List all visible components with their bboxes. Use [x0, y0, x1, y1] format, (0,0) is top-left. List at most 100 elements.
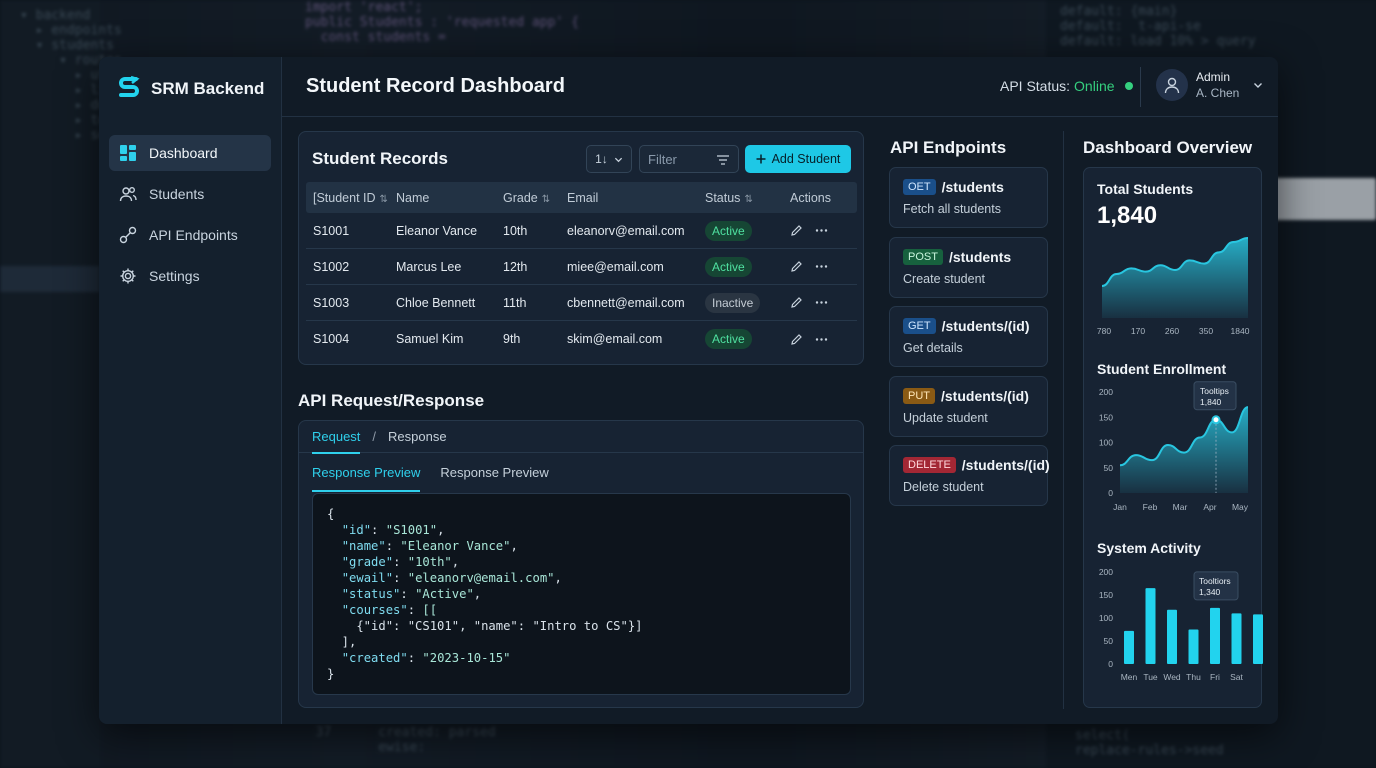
cell-name: Eleanor Vance [396, 223, 478, 238]
more-icon[interactable] [815, 296, 828, 309]
filter-input[interactable]: Filter [639, 145, 739, 173]
area-fill [1102, 238, 1248, 318]
edit-icon[interactable] [790, 260, 803, 273]
json-value: "eleanorv@email.com" [407, 571, 555, 585]
table-row[interactable]: S1001 Eleanor Vance 10th eleanorv@email.… [306, 213, 857, 249]
x-tick-label: Mar [1173, 502, 1188, 512]
cell-id: S1004 [313, 332, 350, 346]
sort-button[interactable]: 1↓ [586, 145, 632, 173]
json-response-preview: { "id": "S1001", "name": "Eleanor Vance"… [312, 493, 851, 695]
tab-request[interactable]: Request [312, 421, 361, 454]
sidebar: SRM Backend Dashboard Students API Endpo… [99, 57, 282, 724]
user-icon [1164, 77, 1180, 94]
topbar: Student Record Dashboard API Status: Onl… [282, 57, 1278, 117]
endpoint-item[interactable]: PUT/students/(id) Update student [889, 376, 1048, 437]
x-tick-label: May [1232, 502, 1249, 512]
total-students-label: Total Students [1097, 181, 1194, 197]
sidebar-item-settings[interactable]: Settings [109, 258, 271, 294]
app-window: SRM Backend Dashboard Students API Endpo… [99, 57, 1278, 724]
edit-icon[interactable] [790, 296, 803, 309]
col-email: Email [567, 190, 599, 205]
y-tick-label: 150 [1099, 590, 1113, 600]
endpoint-item[interactable]: DELETE/students/(id) Delete student [889, 445, 1050, 506]
col-status[interactable]: Status ⇅ [705, 191, 790, 205]
endpoint-item[interactable]: POST/students Create student [889, 237, 1048, 298]
y-tick-label: 200 [1099, 387, 1113, 397]
header-divider [1140, 67, 1141, 107]
tooltip-label: Tooltips [1200, 386, 1229, 396]
col-grade[interactable]: Grade ⇅ [503, 191, 567, 205]
x-tick-label: Feb [1143, 502, 1158, 512]
sidebar-item-api-endpoints[interactable]: API Endpoints [109, 217, 271, 253]
tab-response-preview-active[interactable]: Response Preview [312, 453, 421, 492]
add-student-button[interactable]: Add Student [745, 145, 851, 173]
more-icon[interactable] [815, 224, 828, 237]
enrollment-chart: 0 50 100 150 200 Tooltips1,840 Jan Feb Mar Apr May [1099, 381, 1249, 512]
user-menu[interactable]: Admin A. Chen [1156, 69, 1263, 101]
y-tick-label: 100 [1099, 438, 1113, 448]
sidebar-item-label: API Endpoints [149, 227, 238, 243]
sort-icon: ⇅ [379, 193, 388, 205]
code-line: "grade": "10th", [341, 555, 460, 569]
code-line: "status": "Active", [341, 587, 482, 601]
y-tick-label: 50 [1104, 463, 1114, 473]
sort-icon: ⇅ [541, 193, 551, 205]
bar [1167, 609, 1177, 664]
status-badge: Active [705, 220, 752, 241]
sidebar-item-label: Dashboard [149, 145, 218, 161]
edit-icon[interactable] [790, 224, 803, 237]
user-name: A. Chen [1196, 86, 1240, 100]
endpoint-item[interactable]: OET/students Fetch all students [889, 167, 1048, 228]
col-student-id[interactable]: [Student ID ⇅ [306, 191, 396, 205]
tooltip-point [1211, 415, 1221, 425]
cell-email: cbennett@email.com [567, 295, 685, 310]
total-students-value: 1,840 [1097, 202, 1158, 229]
cell-id: S1003 [313, 295, 350, 310]
x-tick-label: 260 [1165, 326, 1179, 336]
json-key: "name" [341, 539, 386, 553]
endpoint-desc: Update student [903, 411, 988, 425]
sort-label: 1↓ [595, 152, 608, 166]
overview-card: Total Students 1,840 780 170 260 350 1840 St… [1083, 167, 1263, 708]
student-table: [Student ID ⇅ Name Grade ⇅ Email Status ⇅ A… [306, 182, 857, 357]
table-row[interactable]: S1002 Marcus Lee 12th miee@email.com Act… [306, 249, 857, 285]
total-students-chart: 780 170 260 350 1840 [1097, 237, 1250, 336]
code-line: { [327, 507, 335, 521]
sidebar-item-students[interactable]: Students [109, 176, 271, 212]
chevron-down-icon [614, 157, 622, 162]
x-tick-label: Thu [1186, 672, 1201, 682]
endpoint-path: /students/(id) [941, 388, 1029, 404]
table-row[interactable]: S1004 Samuel Kim 9th skim@email.com Acti… [306, 321, 857, 357]
student-records-card: Student Records 1↓ Filter Add Student [S… [298, 131, 864, 365]
enrollment-label: Student Enrollment [1097, 361, 1227, 377]
bar [1188, 629, 1199, 664]
method-badge: DELETE [903, 457, 956, 473]
more-icon[interactable] [815, 260, 828, 273]
code-line: } [327, 667, 335, 681]
status-badge: Inactive [705, 292, 761, 313]
tab-response[interactable]: Response [388, 429, 447, 444]
panel-divider [1063, 131, 1064, 709]
user-role: Admin [1196, 70, 1231, 84]
x-tick-label: Tue [1143, 672, 1158, 682]
tab-response-preview[interactable]: Response Preview [440, 465, 548, 480]
bar [1253, 614, 1263, 664]
more-icon[interactable] [815, 333, 828, 346]
code-line: ], [327, 635, 357, 649]
method-badge: GET [903, 318, 936, 334]
sidebar-item-label: Settings [149, 268, 200, 284]
filter-placeholder: Filter [648, 151, 677, 167]
json-value: "Eleanor Vance" [400, 539, 511, 553]
endpoint-desc: Fetch all students [903, 202, 1001, 216]
y-tick-label: 100 [1099, 613, 1113, 623]
area-fill [1120, 407, 1248, 493]
json-value: "Active" [415, 587, 474, 601]
sidebar-item-dashboard[interactable]: Dashboard [109, 135, 271, 171]
endpoint-item[interactable]: GET/students/(id) Get details [889, 306, 1048, 367]
cell-id: S1002 [313, 259, 350, 274]
table-row[interactable]: S1003 Chloe Bennett 11th cbennett@email.… [306, 285, 857, 321]
json-value: "10th" [407, 555, 452, 569]
json-value: "2023-10-15" [422, 651, 511, 665]
edit-icon[interactable] [790, 333, 803, 346]
tooltip-value: 1,340 [1199, 587, 1221, 597]
